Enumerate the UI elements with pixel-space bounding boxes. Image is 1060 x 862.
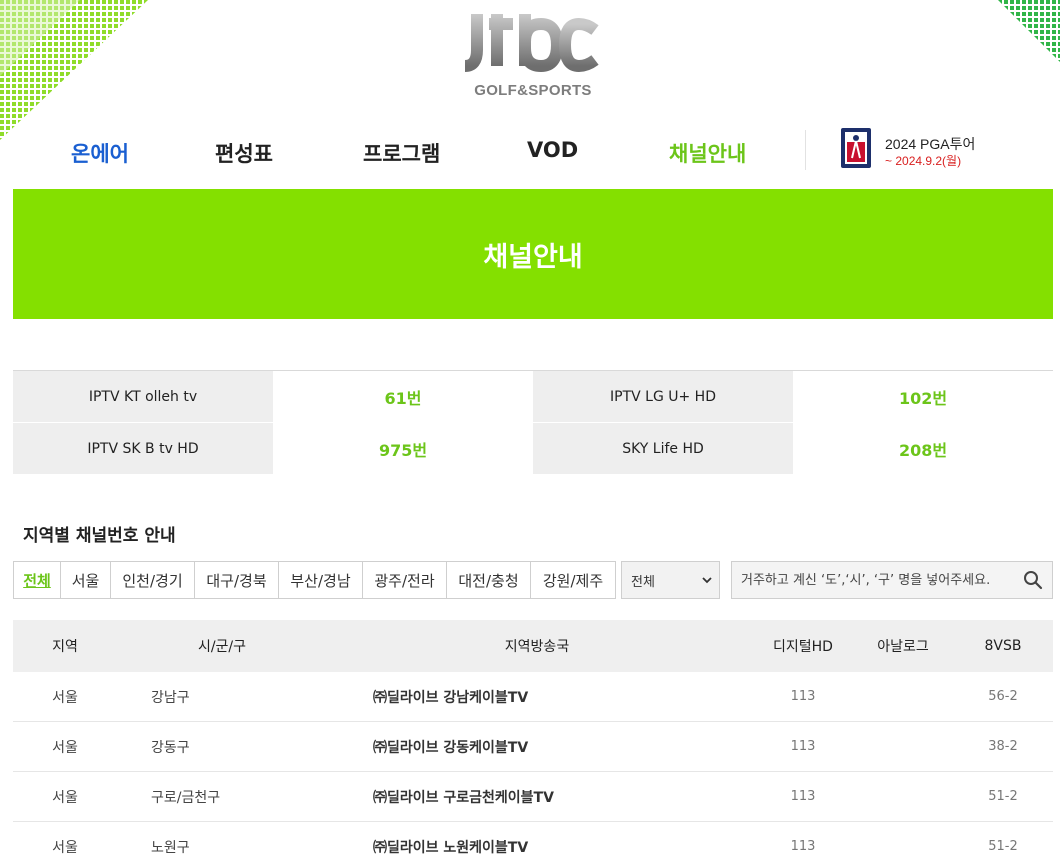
- cell-station: ㈜딜라이브 강남케이블TV: [373, 689, 529, 706]
- page-banner: 채널안내: [13, 189, 1053, 319]
- summary-provider-label: IPTV KT olleh tv: [13, 371, 273, 422]
- cell-region: 서울: [52, 789, 78, 806]
- tab-seoul[interactable]: 서울: [61, 562, 111, 598]
- summary-channel-number: 975번: [273, 423, 533, 474]
- cell-digital-hd: 113: [790, 789, 816, 804]
- cell-region: 서울: [52, 689, 78, 706]
- chevron-down-icon: [702, 577, 712, 584]
- summary-channel-number: 61번: [273, 371, 533, 422]
- corner-decoration-left: [0, 0, 148, 140]
- nav-divider: [805, 130, 806, 170]
- tab-gangwon-jeju[interactable]: 강원/제주: [531, 562, 615, 598]
- cell-analog: [853, 822, 953, 862]
- cell-analog: [853, 672, 953, 721]
- table-row: 서울 노원구 ㈜딜라이브 노원케이블TV 113 51-2: [13, 822, 1053, 862]
- tab-daejeon-chungcheong[interactable]: 대전/충청: [447, 562, 531, 598]
- search-icon[interactable]: [1023, 570, 1043, 590]
- jtbc-logo-mark: [464, 14, 599, 73]
- table-row: 서울 강동구 ㈜딜라이브 강동케이블TV 113 38-2: [13, 722, 1053, 772]
- cell-8vsb: 51-2: [988, 839, 1018, 854]
- cell-digital-hd: 113: [790, 839, 816, 854]
- jtbc-golf-sports-logo[interactable]: GOLF&SPORTS: [463, 8, 603, 100]
- cell-city: 노원구: [151, 839, 190, 856]
- cell-city: 강남구: [151, 689, 190, 706]
- header-analog: 아날로그: [877, 639, 929, 655]
- summary-provider-label: SKY Life HD: [533, 423, 793, 474]
- cell-city: 구로/금천구: [151, 789, 221, 806]
- table-header: 지역 시/군/구 지역방송국 디지털HD 아날로그 8VSB: [13, 620, 1053, 672]
- corner-decoration-right: [998, 0, 1060, 62]
- cell-region: 서울: [52, 839, 78, 856]
- cell-city: 강동구: [151, 739, 190, 756]
- nav-item-vod[interactable]: VOD: [527, 138, 578, 162]
- summary-provider-label: IPTV LG U+ HD: [533, 371, 793, 422]
- region-channel-table: 지역 시/군/구 지역방송국 디지털HD 아날로그 8VSB 서울 강남구 ㈜딜…: [13, 620, 1053, 862]
- tab-daegu-gyeongbuk[interactable]: 대구/경북: [195, 562, 279, 598]
- cell-digital-hd: 113: [790, 689, 816, 704]
- main-nav: 온에어 편성표 프로그램 VOD 채널안내 2024 PGA투어 ~ 2024.…: [0, 128, 1060, 176]
- tab-all[interactable]: 전체: [14, 562, 61, 598]
- tab-incheon-gyeonggi[interactable]: 인천/경기: [111, 562, 195, 598]
- cell-station: ㈜딜라이브 노원케이블TV: [373, 839, 529, 856]
- cell-8vsb: 56-2: [988, 689, 1018, 704]
- region-section-title: 지역별 채널번호 안내: [23, 526, 176, 546]
- nav-item-program[interactable]: 프로그램: [363, 138, 440, 168]
- cell-station: ㈜딜라이브 강동케이블TV: [373, 739, 529, 756]
- nav-item-channel-guide[interactable]: 채널안내: [669, 138, 746, 168]
- header-station: 지역방송국: [504, 639, 570, 655]
- nav-item-schedule[interactable]: 편성표: [215, 138, 273, 168]
- region-search: [731, 561, 1053, 599]
- pga-tour-icon[interactable]: [841, 128, 871, 168]
- header-8vsb: 8VSB: [984, 638, 1022, 654]
- cell-8vsb: 51-2: [988, 789, 1018, 804]
- summary-channel-number: 102번: [793, 371, 1053, 422]
- promo-title[interactable]: 2024 PGA투어: [885, 134, 975, 154]
- header-region: 지역: [52, 639, 78, 655]
- region-select-value: 전체: [631, 574, 655, 590]
- channel-summary-table: IPTV KT olleh tv 61번 IPTV LG U+ HD 102번 …: [13, 370, 1053, 474]
- cell-analog: [853, 772, 953, 821]
- tab-gwangju-jeolla[interactable]: 광주/전라: [363, 562, 447, 598]
- cell-8vsb: 38-2: [988, 739, 1018, 754]
- table-row: 서울 구로/금천구 ㈜딜라이브 구로금천케이블TV 113 51-2: [13, 772, 1053, 822]
- search-input[interactable]: [732, 562, 1016, 598]
- header-digital-hd: 디지털HD: [773, 639, 833, 655]
- header-city: 시/군/구: [197, 639, 247, 655]
- nav-item-onair[interactable]: 온에어: [71, 138, 129, 168]
- tab-busan-gyeongnam[interactable]: 부산/경남: [279, 562, 363, 598]
- promo-date: ~ 2024.9.2(월): [885, 154, 962, 168]
- summary-channel-number: 208번: [793, 423, 1053, 474]
- logo-subtitle: GOLF&SPORTS: [474, 82, 592, 99]
- summary-row: IPTV SK B tv HD 975번 SKY Life HD 208번: [13, 423, 1053, 474]
- summary-row: IPTV KT olleh tv 61번 IPTV LG U+ HD 102번: [13, 371, 1053, 422]
- cell-station: ㈜딜라이브 구로금천케이블TV: [373, 789, 554, 806]
- page-title: 채널안내: [483, 241, 583, 273]
- cell-region: 서울: [52, 739, 78, 756]
- region-tabs: 전체 서울 인천/경기 대구/경북 부산/경남 광주/전라 대전/충청 강원/제…: [13, 561, 616, 599]
- summary-provider-label: IPTV SK B tv HD: [13, 423, 273, 474]
- region-select[interactable]: 전체: [621, 561, 720, 599]
- cell-analog: [853, 722, 953, 771]
- table-row: 서울 강남구 ㈜딜라이브 강남케이블TV 113 56-2: [13, 672, 1053, 722]
- cell-digital-hd: 113: [790, 739, 816, 754]
